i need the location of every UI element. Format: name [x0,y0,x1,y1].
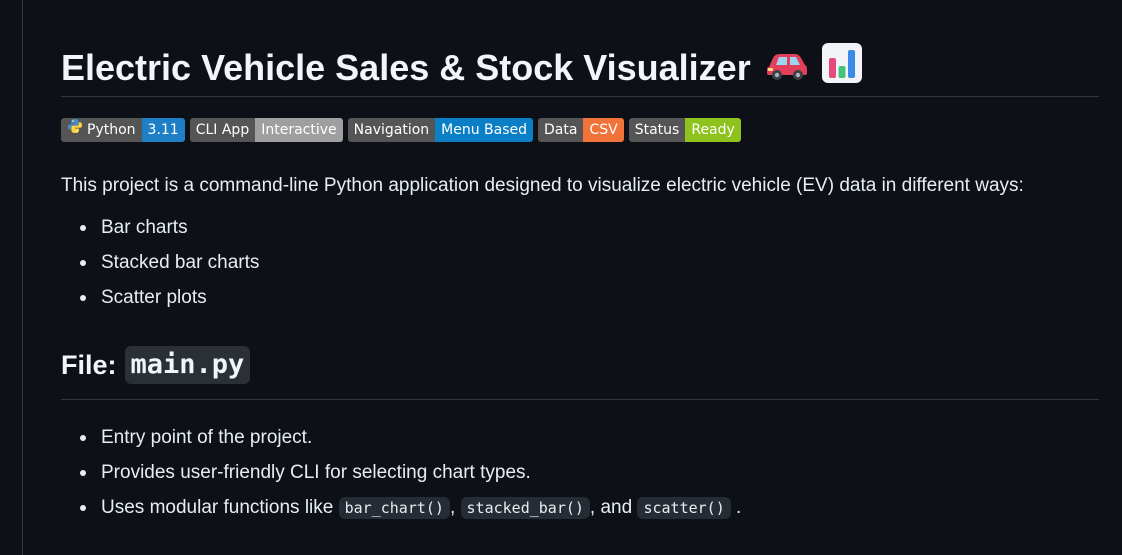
list-item: Provides user-friendly CLI for selecting… [80,455,1099,490]
left-border [22,0,23,555]
badge-label-text: Status [628,118,686,142]
badge-label-text: Python [87,122,136,138]
badge-status[interactable]: Status Ready [628,118,741,142]
file-heading-prefix: File: [61,349,117,380]
list-item: Stacked bar charts [80,245,1099,280]
badge-navigation[interactable]: Navigation Menu Based [347,118,534,142]
modular-suffix: . [736,497,742,518]
badge-label-text: Navigation [347,118,436,142]
badge-value-text: Interactive [255,118,343,142]
list-item-modular: Uses modular functions like bar_chart(),… [80,490,1099,526]
badge-data[interactable]: Data CSV [538,118,624,142]
badge-value-text: Ready [685,118,741,142]
badge-row: Python 3.11 CLI App Interactive Navigati… [61,118,1099,142]
code-bar-chart: bar_chart() [338,497,450,519]
separator: , [449,497,456,518]
car-icon [765,45,809,91]
bar-chart-icon [821,42,863,95]
page-title: Electric Vehicle Sales & Stock Visualize… [61,0,1099,97]
list-item: Entry point of the project. [80,420,1099,455]
badge-label-text: Data [538,118,584,142]
code-scatter: scatter() [637,497,731,519]
file-heading: File: main.py [61,337,1099,400]
page-title-text: Electric Vehicle Sales & Stock Visualize… [61,47,751,88]
chart-types-list: Bar charts Stacked bar charts Scatter pl… [61,210,1099,315]
code-stacked-bar: stacked_bar() [460,497,590,519]
list-item: Scatter plots [80,280,1099,315]
list-item: Bar charts [80,210,1099,245]
readme-content: Electric Vehicle Sales & Stock Visualize… [61,0,1099,526]
separator: , and [589,497,633,518]
badge-python[interactable]: Python 3.11 [61,118,185,142]
badge-value-text: CSV [583,118,624,142]
intro-paragraph: This project is a command-line Python ap… [61,175,1024,196]
badge-label-text: CLI App [189,118,256,142]
python-logo-icon [67,118,83,142]
modular-prefix: Uses modular functions like [101,497,334,518]
filename-code: main.py [124,346,251,384]
badge-cli-app[interactable]: CLI App Interactive [189,118,343,142]
badge-value-text: Menu Based [435,118,534,142]
badge-value-text: 3.11 [141,118,185,142]
file-details-list: Entry point of the project. Provides use… [61,420,1099,526]
